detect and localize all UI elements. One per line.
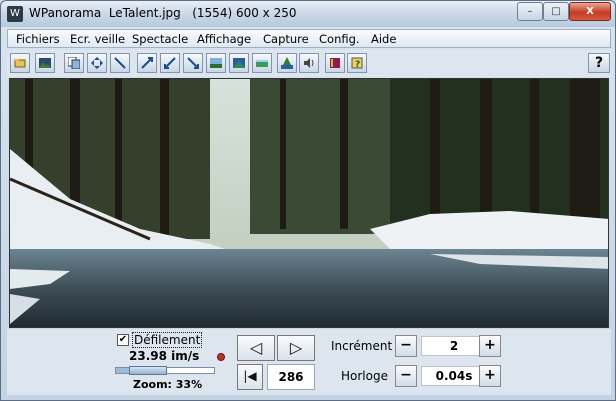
clock-label: Horloge [341, 369, 388, 383]
film-reel-icon[interactable] [217, 353, 225, 361]
clock-value[interactable]: 0.04s [421, 366, 487, 386]
panorama-photo[interactable] [9, 78, 609, 328]
sound-icon[interactable] [299, 53, 319, 73]
controls-panel: ✔ Défilement 23.98 im/s Zoom: 33% ◁ ▷ |◀… [7, 329, 611, 395]
increment-value[interactable]: 2 [421, 336, 487, 356]
menu-capture[interactable]: Capture [263, 32, 309, 46]
bottom-strip [7, 395, 611, 400]
scroll-checkbox-label[interactable]: Défilement [132, 332, 203, 348]
previous-button[interactable]: ◁ [237, 335, 275, 361]
book-icon[interactable] [325, 53, 345, 73]
expand-arrows-icon[interactable] [137, 53, 157, 73]
landscape-blue-icon[interactable] [229, 53, 249, 73]
menu-ecr-veille[interactable]: Ecr. veille [70, 32, 125, 46]
menu-spectacle[interactable]: Spectacle [132, 32, 188, 46]
title-bar[interactable]: W WPanorama LeTalent.jpg (1554) 600 x 25… [1, 1, 615, 27]
zoom-readout: Zoom: 33% [133, 378, 203, 391]
toolbar: ? ? [7, 50, 611, 77]
maximize-button[interactable]: □ [543, 2, 569, 21]
frame-counter: 286 [267, 364, 315, 390]
image-icon[interactable] [35, 53, 55, 73]
help-book-icon[interactable]: ? [347, 53, 367, 73]
window-title: WPanorama LeTalent.jpg (1554) 600 x 250 [29, 6, 297, 20]
clock-minus-button[interactable]: − [395, 365, 417, 387]
landscape-tree-icon[interactable] [277, 53, 297, 73]
scroll-checkbox[interactable]: ✔ [117, 334, 129, 346]
menu-affichage[interactable]: Affichage [197, 32, 251, 46]
zoom-out-arrows-icon[interactable] [183, 53, 203, 73]
menu-aide[interactable]: Aide [371, 32, 396, 46]
copy-image-icon[interactable] [64, 53, 84, 73]
increment-minus-button[interactable]: − [395, 335, 417, 357]
clock-plus-button[interactable]: + [479, 365, 501, 387]
app-window: W WPanorama LeTalent.jpg (1554) 600 x 25… [0, 0, 616, 401]
landscape-thumb-icon[interactable] [206, 53, 226, 73]
increment-plus-button[interactable]: + [479, 335, 501, 357]
zoom-slider-thumb[interactable] [129, 366, 168, 375]
first-frame-button[interactable]: |◀ [237, 364, 263, 390]
landscape-green-icon[interactable] [252, 53, 272, 73]
minimize-button[interactable]: – [517, 2, 543, 21]
move-arrows-icon[interactable] [87, 53, 107, 73]
menu-config[interactable]: Config. [319, 32, 360, 46]
shrink-arrows-icon[interactable] [110, 53, 130, 73]
panorama-image [10, 79, 608, 327]
menu-bar: Fichiers Ecr. veille Spectacle Affichage… [7, 29, 611, 48]
svg-text:?: ? [355, 60, 360, 69]
close-button[interactable]: X [569, 2, 611, 21]
increment-label: Incrément [331, 339, 393, 353]
next-button[interactable]: ▷ [277, 335, 315, 361]
zoom-in-arrows-icon[interactable] [160, 53, 180, 73]
open-folder-icon[interactable] [10, 53, 30, 73]
speed-readout: 23.98 im/s [129, 349, 200, 363]
help-button[interactable]: ? [588, 53, 610, 73]
zoom-slider[interactable] [115, 366, 215, 375]
menu-fichiers[interactable]: Fichiers [16, 32, 60, 46]
app-icon[interactable]: W [7, 6, 23, 22]
